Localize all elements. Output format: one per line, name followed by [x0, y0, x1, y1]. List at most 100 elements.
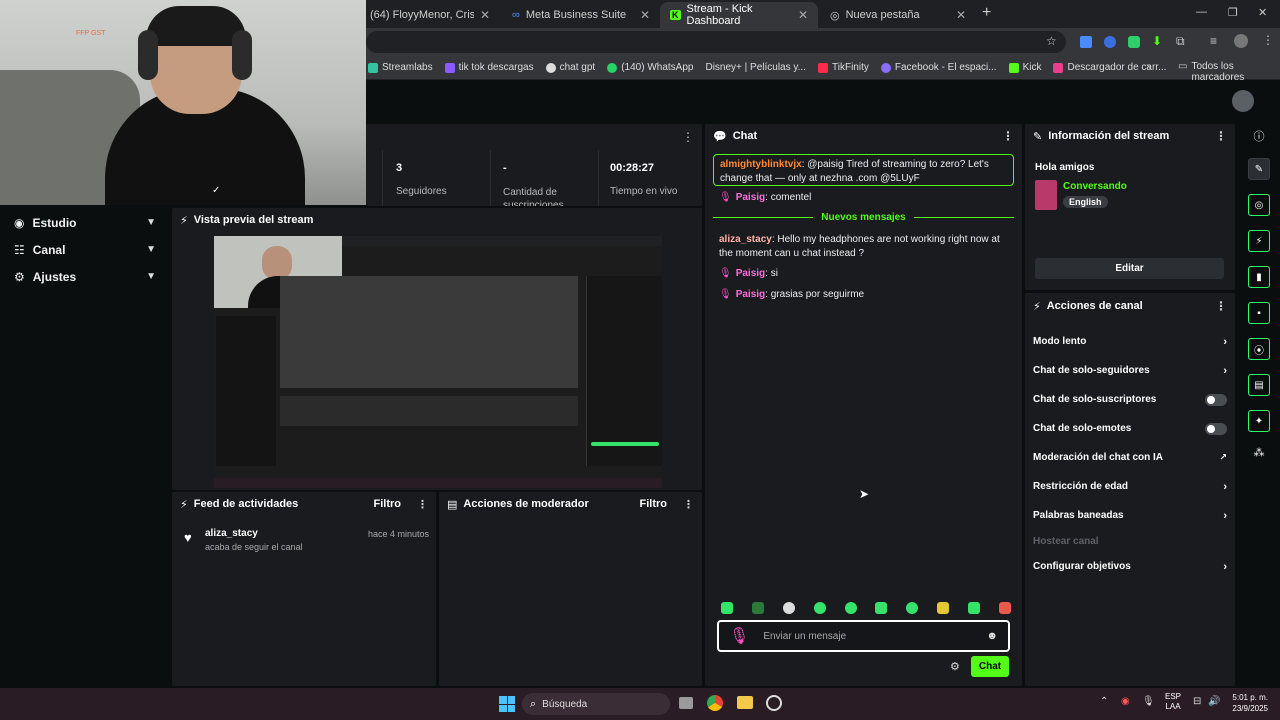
media-icon[interactable]: ≡ — [1210, 34, 1217, 48]
kebab-icon[interactable]: ⋮ — [682, 130, 694, 144]
emote-icon[interactable] — [844, 602, 857, 614]
pinned-message[interactable]: almightyblinktvjx: @paisig Tired of stre… — [713, 154, 1014, 186]
kebab-icon[interactable]: ⋮ — [1215, 299, 1227, 313]
subscribers-only-toggle[interactable] — [1205, 393, 1227, 406]
close-window-button[interactable]: ✕ — [1258, 6, 1267, 19]
emotes-only-toggle[interactable] — [1205, 422, 1227, 435]
close-icon[interactable]: ✕ — [956, 8, 966, 22]
download-icon[interactable]: ⬇ — [1152, 34, 1162, 48]
emote-icon[interactable] — [813, 602, 826, 614]
filter-button[interactable]: Filtro — [640, 498, 668, 510]
kebab-icon[interactable]: ⋮ — [1215, 129, 1227, 143]
stream-preview-video[interactable] — [214, 236, 662, 488]
action-followers-only[interactable]: Chat de solo-seguidores › — [1025, 356, 1235, 385]
action-subscribers-only[interactable]: Chat de solo-suscriptores — [1025, 385, 1235, 414]
language-indicator[interactable]: ESP LAA — [1165, 692, 1181, 712]
chrome-icon[interactable] — [707, 695, 723, 711]
chat-message[interactable]: aliza_stacy: Hello my headphones are not… — [719, 233, 1009, 261]
volume-icon[interactable]: 🔊 — [1208, 696, 1220, 707]
taskbar-search[interactable]: ⌕ Búsqueda — [522, 693, 670, 715]
nav-ajustes[interactable]: ⚙ Ajustes ▼ — [0, 263, 170, 290]
emote-icon[interactable] — [751, 602, 764, 614]
tab-youtube[interactable]: (64) FloyyMenor, Cris MJ - GAT... ✕ — [360, 2, 500, 28]
bolt-icon[interactable]: ⚡ — [1248, 230, 1270, 252]
action-slow-mode[interactable]: Modo lento › — [1025, 327, 1235, 356]
send-chat-button[interactable]: Chat — [971, 656, 1009, 677]
broadcast-icon[interactable]: ⦿ — [1248, 338, 1270, 360]
target-icon[interactable]: ◎ — [1248, 194, 1270, 216]
menu-icon[interactable]: ⋮ — [1262, 33, 1274, 47]
emoji-icon[interactable]: ☻ — [986, 630, 998, 642]
bookmark-facebook[interactable]: Facebook - El espaci... — [880, 62, 997, 73]
bookmark-streamlabs[interactable]: Streamlabs — [368, 62, 433, 73]
action-emotes-only[interactable]: Chat de solo-emotes — [1025, 414, 1235, 443]
chat-message[interactable]: 🎙 Paisig: grasias por seguirme — [719, 288, 864, 302]
wrench-icon[interactable]: ✦ — [1248, 410, 1270, 432]
tab-meta[interactable]: ∞ Meta Business Suite ✕ — [502, 2, 660, 28]
obs-icon[interactable] — [766, 695, 782, 711]
maximize-button[interactable]: ❐ — [1228, 6, 1238, 19]
action-age-restriction[interactable]: Restricción de edad › — [1025, 472, 1235, 501]
kebab-icon[interactable]: ⋮ — [417, 498, 428, 511]
emote-icon[interactable] — [968, 602, 980, 614]
action-configure-goals[interactable]: Configurar objetivos › — [1025, 552, 1235, 581]
chat-input[interactable]: 🎙 Enviar un mensaje ☻ — [717, 620, 1010, 652]
shield-icon[interactable] — [1128, 36, 1140, 48]
nav-canal[interactable]: ☷ Canal ▼ — [0, 236, 170, 263]
address-input[interactable] — [366, 31, 1066, 53]
bookmark-kick[interactable]: Kick — [1008, 62, 1041, 73]
nav-estudio[interactable]: ◉ Estudio ▼ — [0, 209, 170, 236]
kebab-icon[interactable]: ⋮ — [1002, 129, 1014, 143]
minimize-button[interactable]: — — [1196, 6, 1207, 18]
chat-message[interactable]: 🎙 Paisig: si — [719, 267, 778, 281]
task-view-icon[interactable] — [679, 697, 693, 709]
close-icon[interactable]: ✕ — [798, 8, 808, 22]
profile-avatar[interactable] — [1234, 34, 1248, 48]
gear-icon[interactable]: ⚙ — [950, 660, 960, 673]
bookmark-tiktok[interactable]: tik tok descargas — [444, 62, 534, 73]
emote-icon[interactable] — [875, 602, 888, 614]
chat-message[interactable]: 🎙 Paisig: comentel — [719, 191, 811, 205]
new-tab-button[interactable]: + — [982, 4, 991, 22]
bookmark-tikfinity[interactable]: TikFinity — [818, 62, 869, 73]
emote-icon[interactable] — [906, 602, 919, 614]
apps-icon[interactable]: ⁂ — [1254, 446, 1265, 459]
close-icon[interactable]: ✕ — [640, 8, 650, 22]
facebook-icon — [880, 62, 891, 73]
star-icon[interactable]: ☆ — [1046, 34, 1057, 48]
translate-icon[interactable] — [1080, 36, 1092, 48]
document-icon[interactable]: ▮ — [1248, 266, 1270, 288]
chat-icon[interactable]: ▪ — [1248, 302, 1270, 324]
category-link[interactable]: Conversando — [1063, 181, 1127, 192]
file-explorer-icon[interactable] — [737, 696, 753, 709]
user-avatar[interactable] — [1232, 90, 1254, 112]
clock[interactable]: 5:01 p. m. 23/9/2025 — [1226, 692, 1268, 714]
bookmark-chatgpt[interactable]: chat gpt — [545, 62, 595, 73]
emote-icon[interactable] — [721, 602, 733, 614]
chevron-up-icon[interactable]: ⌃ — [1100, 696, 1108, 707]
windows-start-icon[interactable] — [499, 696, 515, 712]
emote-icon[interactable] — [998, 602, 1011, 614]
tray-app-icon[interactable]: ◉ — [1121, 696, 1130, 707]
close-icon[interactable]: ✕ — [480, 8, 490, 22]
layout-icon[interactable]: ▤ — [1248, 374, 1270, 396]
gear-icon: ⚙ — [14, 269, 25, 284]
bookmark-disney[interactable]: Disney+ | Películas y... — [705, 62, 806, 73]
edit-button[interactable]: Editar — [1035, 258, 1224, 279]
network-icon[interactable]: ⊟ — [1193, 696, 1201, 707]
bookmark-whatsapp[interactable]: (140) WhatsApp — [607, 62, 693, 73]
filter-button[interactable]: Filtro — [374, 498, 402, 510]
action-ai-moderation[interactable]: Moderación del chat con IA ↗ — [1025, 443, 1235, 472]
more-bookmarks-icon[interactable]: » — [1146, 61, 1152, 72]
emote-icon[interactable] — [937, 602, 950, 614]
kebab-icon[interactable]: ⋮ — [683, 498, 694, 511]
puzzle-icon[interactable]: ⧉ — [1176, 34, 1185, 49]
pencil-icon[interactable]: ✎ — [1248, 158, 1270, 180]
mic-icon[interactable]: 🎙 — [1142, 696, 1155, 707]
extension-icon[interactable] — [1104, 36, 1116, 48]
tab-kick-dashboard[interactable]: K Stream - Kick Dashboard ✕ — [660, 2, 818, 28]
emote-icon[interactable] — [782, 602, 795, 614]
info-icon[interactable]: ⓘ — [1254, 128, 1265, 144]
action-banned-words[interactable]: Palabras baneadas › — [1025, 501, 1235, 530]
tab-new[interactable]: ◎ Nueva pestaña ✕ — [820, 2, 976, 28]
